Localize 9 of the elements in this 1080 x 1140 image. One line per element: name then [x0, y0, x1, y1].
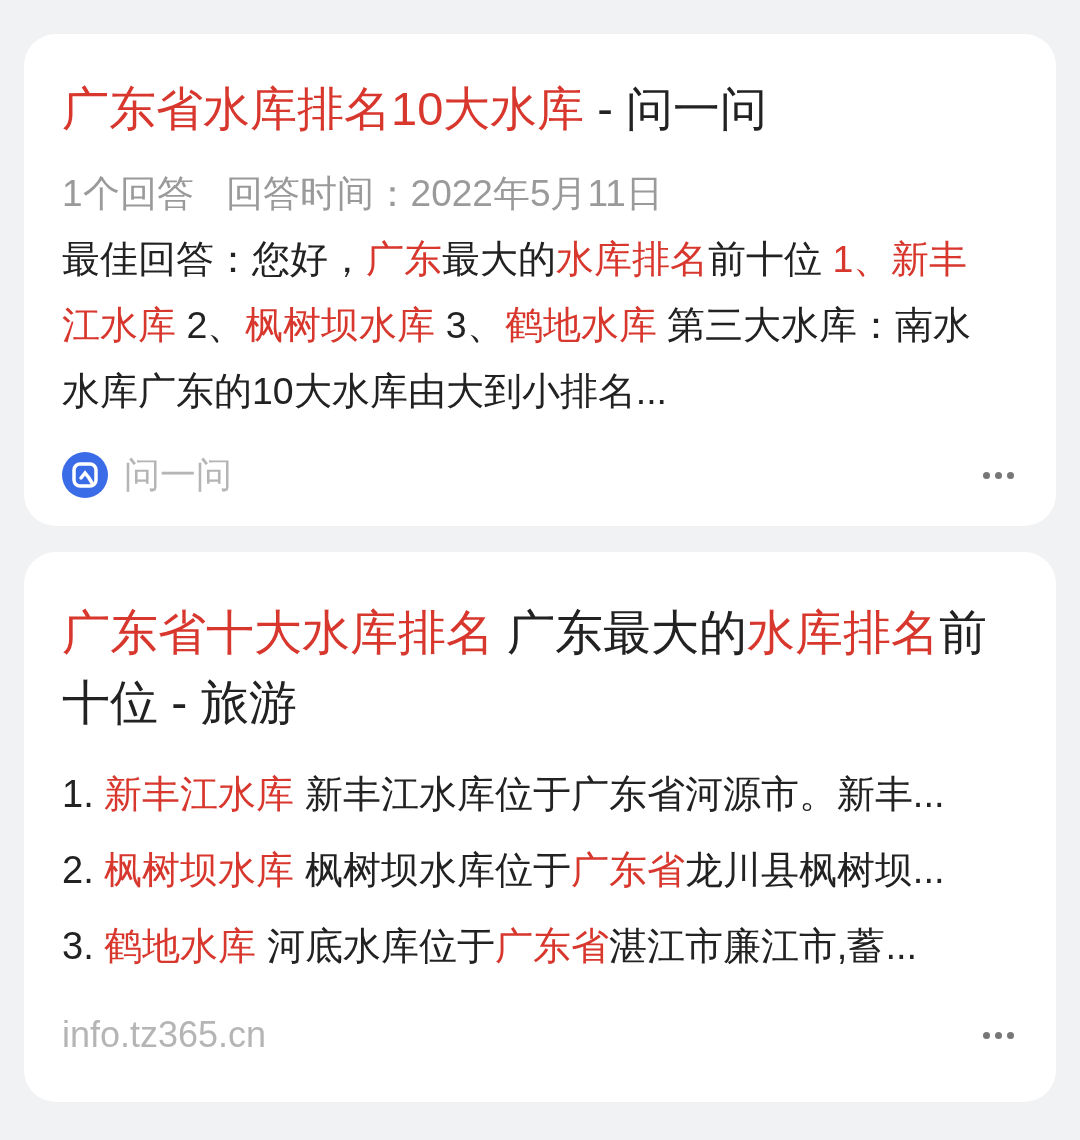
- source-logo-icon: [62, 452, 108, 498]
- result-title[interactable]: 广东省水库排名10大水库 - 问一问: [62, 78, 996, 140]
- meta-text: 1个回答: [62, 172, 194, 216]
- answer-snippet: 最佳回答：您好，广东最大的水库排名前十位 1、新丰江水库 2、枫树坝水库 3、鹤地水库 第三大水库：南水水库广东的10大水库由大到小排名...: [62, 237, 972, 414]
- result-title[interactable]: 广东省十大水库排名 广东最大的水库排名前十位 - 旅游: [62, 598, 996, 738]
- list-item-text: 1. 新丰江水库 新丰江水库位于广东省河源市。新丰...: [62, 772, 946, 817]
- list-item-text: 2. 枫树坝水库 枫树坝水库位于广东省龙川县枫树坝...: [62, 848, 946, 893]
- list-item-text: 3. 鹤地水库 河底水库位于广东省湛江市廉江市,蓄...: [62, 924, 919, 969]
- meta-text: 回答时间：2022年5月11日: [225, 172, 663, 216]
